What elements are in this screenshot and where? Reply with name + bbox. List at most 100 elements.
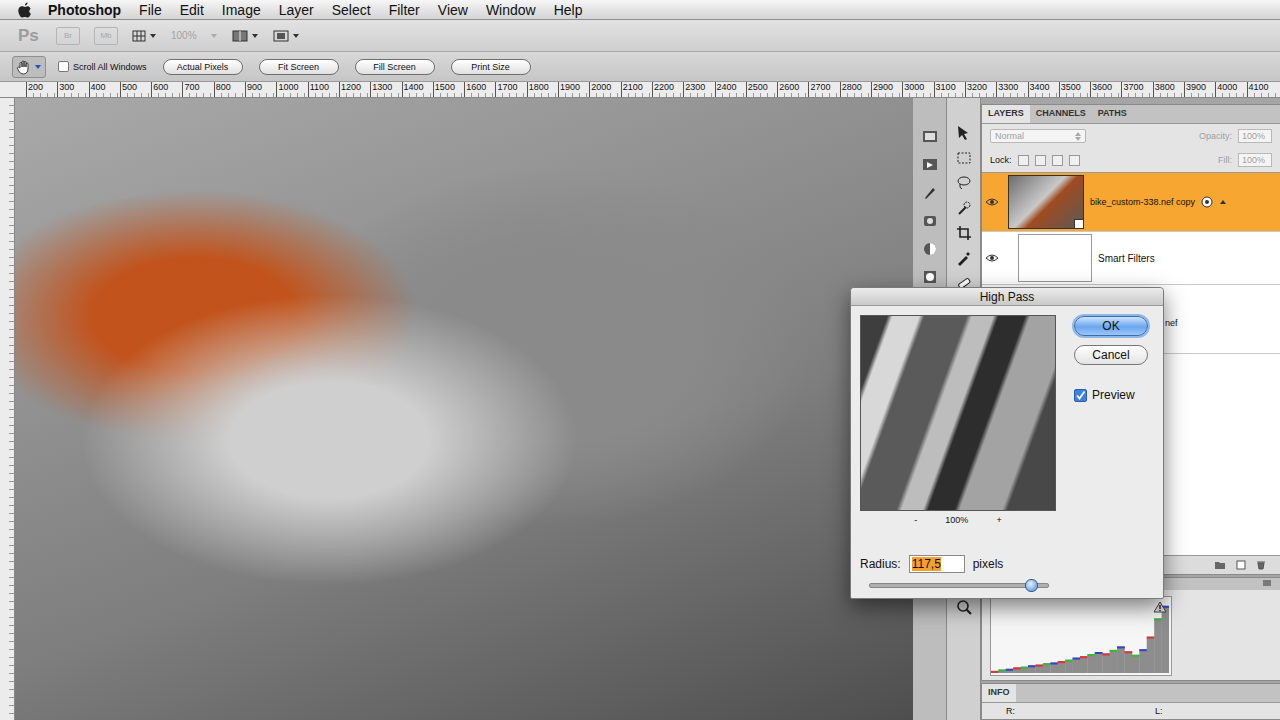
zoom-level[interactable]: 100% bbox=[171, 30, 207, 41]
arrange-documents-button[interactable] bbox=[232, 30, 259, 42]
histogram-edge bbox=[991, 671, 999, 673]
menu-item[interactable]: Select bbox=[323, 2, 380, 18]
ruler-tick: 200 bbox=[26, 82, 57, 97]
updown-icon bbox=[1075, 132, 1081, 141]
clone-source-icon[interactable] bbox=[921, 212, 939, 230]
menu-item[interactable]: Filter bbox=[380, 2, 429, 18]
option-button[interactable]: Fill Screen bbox=[355, 59, 435, 75]
cancel-button[interactable]: Cancel bbox=[1074, 345, 1148, 365]
grid-icon bbox=[132, 30, 146, 42]
eye-icon[interactable] bbox=[985, 196, 999, 208]
lock-pixels-icon[interactable] bbox=[1035, 155, 1046, 166]
eyedropper-tool-icon[interactable] bbox=[955, 249, 973, 267]
lock-all-icon[interactable] bbox=[1069, 155, 1080, 166]
preview-zoom-level: 100% bbox=[945, 515, 968, 525]
visibility-toggle[interactable] bbox=[982, 252, 1002, 264]
option-button[interactable]: Print Size bbox=[451, 59, 531, 75]
preview-checkbox[interactable] bbox=[1074, 389, 1087, 402]
ruler-tick: 4000 bbox=[1215, 82, 1246, 97]
zoom-out-button[interactable]: - bbox=[914, 515, 917, 525]
lasso-tool-icon[interactable] bbox=[955, 174, 973, 192]
document-canvas[interactable] bbox=[15, 98, 913, 720]
panel-tab[interactable]: CHANNELS bbox=[1030, 105, 1092, 123]
radius-field[interactable]: 117,5 bbox=[909, 555, 965, 573]
scroll-all-windows[interactable]: Scroll All Windows bbox=[58, 61, 147, 72]
adjustments-icon[interactable] bbox=[921, 240, 939, 258]
ruler-tick: 2400 bbox=[715, 82, 746, 97]
histogram-edge bbox=[998, 670, 1006, 672]
histogram-bar bbox=[1132, 655, 1140, 673]
app-menu[interactable]: Photoshop bbox=[44, 2, 130, 18]
menu-item[interactable]: Window bbox=[477, 2, 545, 18]
radius-slider-thumb[interactable] bbox=[1025, 579, 1038, 592]
ruler-tick: 3900 bbox=[1184, 82, 1215, 97]
menu-item[interactable]: View bbox=[429, 2, 477, 18]
checkbox-label: Scroll All Windows bbox=[73, 62, 147, 72]
option-button[interactable]: Fit Screen bbox=[259, 59, 339, 75]
collapse-icon bbox=[1219, 198, 1227, 206]
crop-tool-icon[interactable] bbox=[955, 224, 973, 242]
launcher-button[interactable]: Mb bbox=[94, 27, 118, 45]
layer-name: nef bbox=[1165, 318, 1178, 328]
tool-preset-picker[interactable] bbox=[12, 56, 46, 78]
launcher-button[interactable]: Br bbox=[56, 27, 80, 45]
preview-label: Preview bbox=[1092, 388, 1135, 402]
history-icon[interactable] bbox=[921, 156, 939, 174]
panel-tab[interactable]: PATHS bbox=[1092, 105, 1133, 123]
zoom-dropdown[interactable]: 100% bbox=[171, 30, 218, 41]
delete-layer-icon[interactable] bbox=[1256, 560, 1266, 570]
scroll-all-windows-checkbox[interactable] bbox=[58, 61, 69, 72]
new-layer-icon[interactable] bbox=[1236, 560, 1246, 570]
histogram-bar bbox=[1110, 650, 1118, 673]
lock-position-icon[interactable] bbox=[1052, 155, 1063, 166]
new-group-icon[interactable] bbox=[1214, 560, 1226, 570]
histogram-edge bbox=[1080, 656, 1088, 658]
masks-icon[interactable] bbox=[921, 268, 939, 286]
histogram-edge bbox=[1013, 667, 1021, 669]
panel-menu-icon[interactable] bbox=[1262, 578, 1272, 588]
menu-item[interactable]: File bbox=[130, 2, 171, 18]
histogram-edge bbox=[1065, 660, 1073, 662]
histogram-body bbox=[982, 590, 1280, 682]
menu-item[interactable]: Edit bbox=[171, 2, 213, 18]
ruler-tick: 3700 bbox=[1121, 82, 1152, 97]
histogram-bar bbox=[1006, 669, 1014, 673]
eye-icon[interactable] bbox=[985, 252, 999, 264]
view-extras-button[interactable] bbox=[132, 30, 157, 42]
marquee-tool-icon[interactable] bbox=[955, 149, 973, 167]
ruler-tick: 1500 bbox=[433, 82, 464, 97]
option-button[interactable]: Actual Pixels bbox=[163, 59, 243, 75]
fill-field[interactable]: 100% bbox=[1238, 153, 1272, 167]
lock-transparency-icon[interactable] bbox=[1018, 155, 1029, 166]
screen-mode-button[interactable] bbox=[273, 30, 300, 42]
menu-item[interactable]: Image bbox=[213, 2, 270, 18]
lock-label: Lock: bbox=[990, 155, 1012, 165]
radius-slider[interactable] bbox=[869, 583, 1049, 588]
layer-row[interactable]: Smart Filters bbox=[982, 232, 1280, 285]
move-tool-icon[interactable] bbox=[955, 124, 973, 142]
cache-warning-icon[interactable] bbox=[1153, 601, 1167, 613]
menu-item[interactable]: Help bbox=[545, 2, 592, 18]
panel-tab[interactable]: LAYERS bbox=[982, 105, 1030, 123]
visibility-toggle[interactable] bbox=[982, 196, 1002, 208]
blend-mode-dropdown[interactable]: Normal bbox=[990, 129, 1086, 143]
horizontal-ruler: 2003004005006007008009001000110012001300… bbox=[0, 82, 1280, 98]
histogram-edge bbox=[1058, 661, 1066, 663]
mini-bridge-icon[interactable] bbox=[921, 128, 939, 146]
zoom-in-button[interactable]: + bbox=[996, 515, 1001, 525]
menu-item[interactable]: Layer bbox=[270, 2, 323, 18]
brush-presets-icon[interactable] bbox=[921, 184, 939, 202]
ruler-tick: 2700 bbox=[808, 82, 839, 97]
layer-row[interactable]: bike_custom-338.nef copy bbox=[982, 173, 1280, 232]
opacity-field[interactable]: 100% bbox=[1238, 129, 1272, 143]
histogram-box bbox=[990, 596, 1172, 676]
quick-selection-tool-icon[interactable] bbox=[955, 199, 973, 217]
zoom-tool-icon[interactable] bbox=[955, 599, 973, 617]
panel-tab[interactable]: INFO bbox=[982, 684, 1016, 702]
filter-preview[interactable] bbox=[860, 315, 1056, 511]
dialog-title: High Pass bbox=[851, 288, 1163, 306]
ruler-tick: 1100 bbox=[308, 82, 339, 97]
histogram-bar bbox=[1013, 667, 1021, 673]
preview-toggle[interactable]: Preview bbox=[1074, 388, 1148, 402]
ok-button[interactable]: OK bbox=[1074, 316, 1148, 336]
